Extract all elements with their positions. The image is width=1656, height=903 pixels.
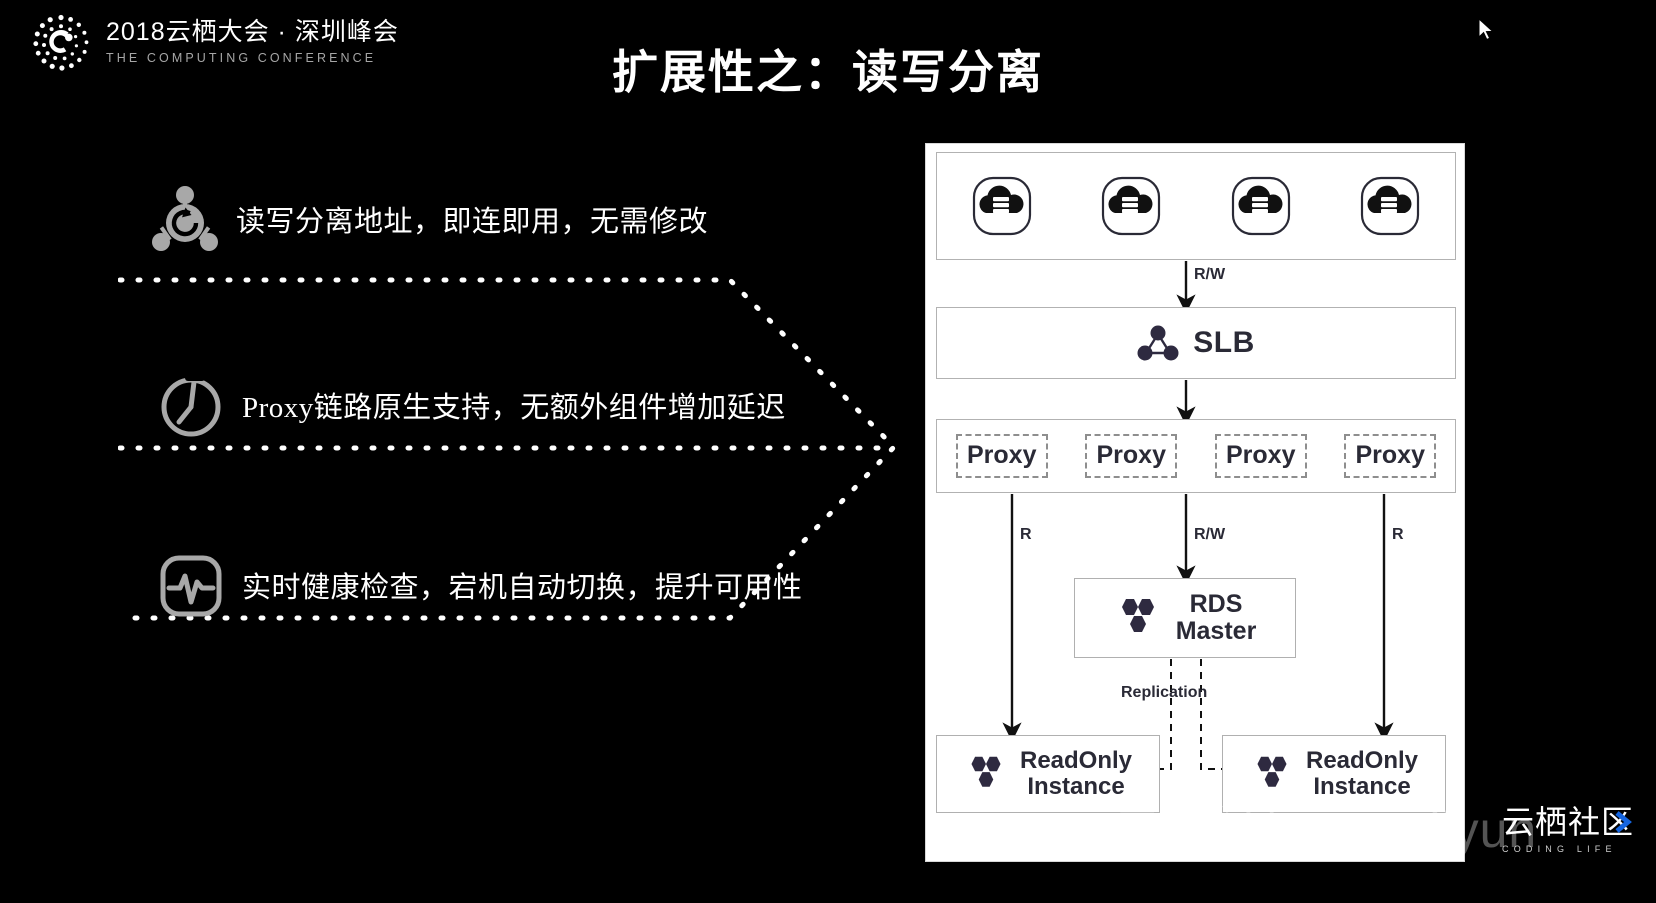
edge-label-proxy-to-readonly-right: R — [1392, 526, 1404, 543]
page-title: 扩展性之：读写分离 — [612, 46, 1044, 98]
bullet-item-2: Proxy链路原生支持，无额外组件增加延迟 — [158, 372, 786, 438]
cloud-database-client-icon — [1100, 175, 1162, 237]
edge-label-clients-to-slb: R/W — [1194, 266, 1226, 283]
slb-triangle-nodes-icon — [1137, 324, 1179, 362]
bullet-label-3: 实时健康检查，宕机自动切换，提升可用性 — [242, 572, 803, 604]
corner-logo-en: CODING LIFE — [1502, 844, 1617, 854]
rds-hexagon-cluster-icon — [1114, 596, 1162, 640]
proxy-node-2[interactable]: Proxy — [1085, 433, 1178, 479]
mouse-cursor — [1478, 17, 1498, 44]
cloud-database-client-icon — [1230, 175, 1292, 237]
rds-hexagon-cluster-icon — [964, 754, 1008, 794]
stopwatch-timer-icon — [158, 372, 224, 438]
rds-master-label-line1: RDS — [1189, 589, 1243, 618]
rotate-network-node-icon — [152, 186, 218, 252]
slide-canvas: 2018云栖大会 · 深圳峰会 THE COMPUTING CONFERENCE… — [0, 0, 1656, 903]
edge-label-replication: Replication — [1121, 684, 1208, 701]
proxy-row: Proxy Proxy Proxy Proxy — [936, 419, 1456, 493]
rds-master-node[interactable]: RDS Master — [1074, 578, 1296, 658]
bullet-label-2: Proxy链路原生支持，无额外组件增加延迟 — [242, 392, 786, 424]
clients-row — [936, 152, 1456, 260]
slb-label: SLB — [1193, 326, 1255, 359]
bullet-item-3: 实时健康检查，宕机自动切换，提升可用性 — [158, 552, 803, 618]
rds-master-label-line2: Master — [1175, 617, 1257, 645]
corner-logo: 云栖社区 CODING LIFE — [1502, 806, 1642, 864]
edge-label-proxy-to-readonly-left: R — [1020, 526, 1032, 543]
cloud-database-client-icon — [1359, 175, 1421, 237]
heartbeat-monitor-icon — [158, 552, 224, 618]
readonly-left-line1: ReadOnly — [1019, 746, 1133, 774]
readonly-right-line1: ReadOnly — [1305, 746, 1419, 774]
cloud-database-client-icon — [971, 175, 1033, 237]
proxy-node-4[interactable]: Proxy — [1344, 433, 1437, 479]
proxy-node-3[interactable]: Proxy — [1214, 433, 1307, 479]
proxy-node-1[interactable]: Proxy — [955, 433, 1048, 479]
watermark-text: 云栖社区 yq.aliyun — [1112, 802, 1538, 858]
bullet-label-1: 读写分离地址，即连即用，无需修改 — [236, 206, 709, 238]
rds-hexagon-cluster-icon — [1250, 754, 1294, 794]
rds-master-label: RDS Master — [1175, 589, 1257, 646]
edge-label-proxy-to-master: R/W — [1194, 526, 1226, 543]
architecture-diagram-panel: R/W SLB Proxy Proxy Proxy Proxy R R/W R … — [925, 143, 1465, 862]
slb-row: SLB — [936, 307, 1456, 379]
bullet-item-1: 读写分离地址，即连即用，无需修改 — [152, 186, 708, 252]
corner-logo-accent-icon — [1614, 811, 1634, 833]
